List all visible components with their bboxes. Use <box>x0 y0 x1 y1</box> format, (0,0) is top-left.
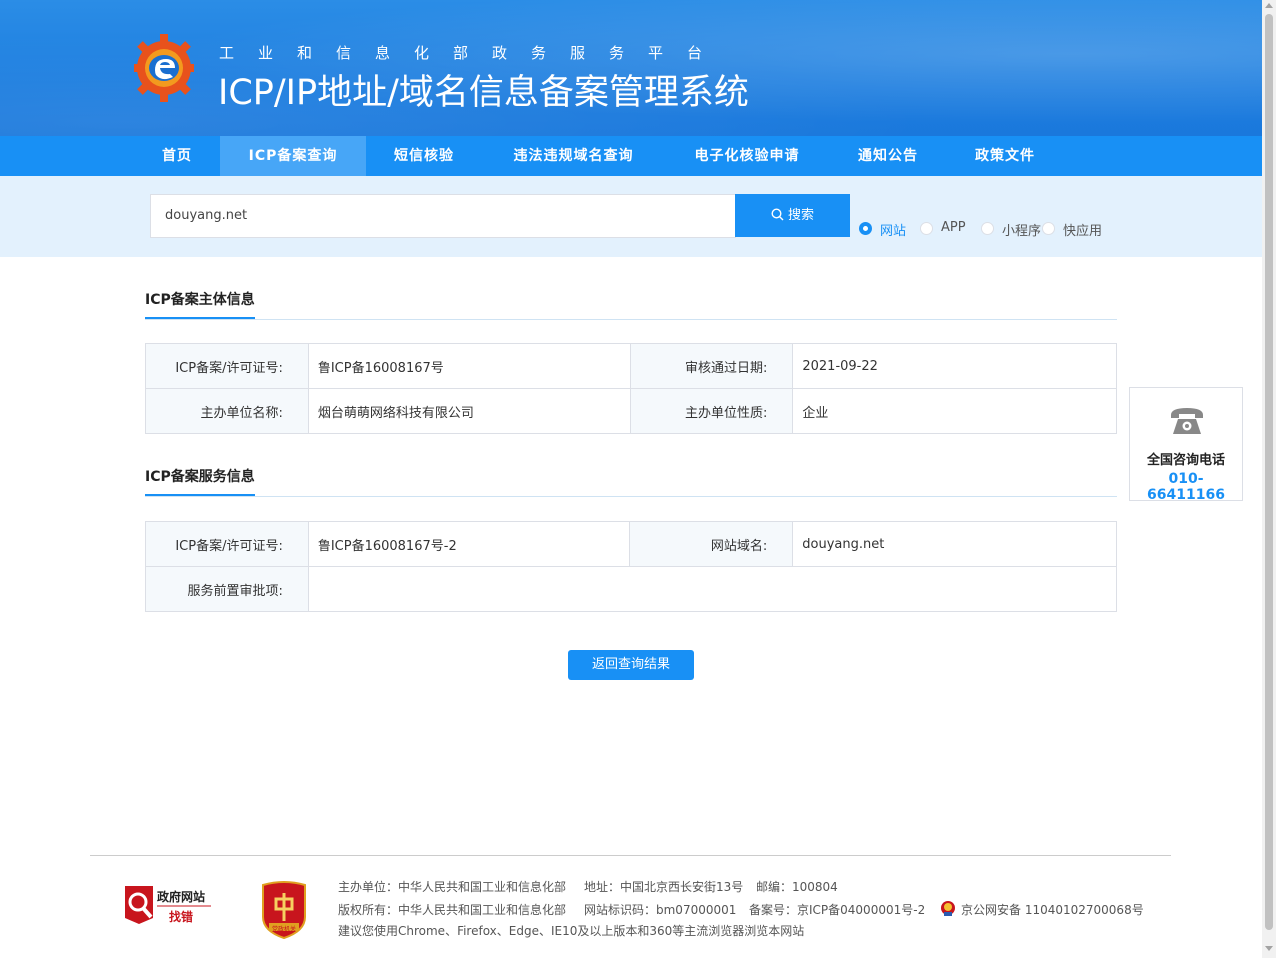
consult-phone: 010-66411166 <box>1147 471 1225 503</box>
service-license-label: ICP备案/许可证号: <box>145 521 309 567</box>
miit-logo-icon <box>134 34 194 102</box>
footer-sponsor: 主办单位：中华人民共和国工业和信息化部 <box>338 880 567 894</box>
license-label: ICP备案/许可证号: <box>145 343 309 389</box>
search-icon <box>771 208 784 221</box>
scrollbar[interactable] <box>1262 0 1276 958</box>
license-value: 鲁ICP备16008167号 <box>307 343 631 389</box>
main-nav: 首页 ICP备案查询 短信核验 违法违规域名查询 电子化核验申请 通知公告 政策… <box>0 136 1262 176</box>
scrollbar-thumb[interactable] <box>1265 14 1273 930</box>
service-info-title: ICP备案服务信息 <box>145 466 255 496</box>
table-row: 服务前置审批项: <box>145 566 1118 612</box>
consult-phone-panel[interactable]: 全国咨询电话 010-66411166 <box>1129 387 1243 503</box>
gov-badge-line2: 找错 <box>169 910 194 924</box>
party-badge-label: 党政机关 <box>272 926 297 933</box>
sponsor-name-label: 主办单位名称: <box>145 388 309 434</box>
gov-site-error-badge[interactable]: 政府网站 找错 <box>123 884 215 926</box>
nav-policy[interactable]: 政策文件 <box>963 136 1047 176</box>
table-row: ICP备案/许可证号: 鲁ICP备16008167号-2 网站域名: douya… <box>145 521 1117 567</box>
gov-badge-line1: 政府网站 <box>157 890 206 904</box>
nav-icp-query[interactable]: ICP备案查询 <box>220 136 366 176</box>
footer-address: 地址：中国北京西长安街13号 <box>584 880 744 894</box>
table-row: ICP备案/许可证号: 鲁ICP备16008167号 审核通过日期: 2021-… <box>145 343 1117 389</box>
approval-date-value: 2021-09-22 <box>792 343 1117 389</box>
footer-police-link[interactable]: 京公网安备 11040102700068号 <box>961 901 1144 918</box>
divider <box>145 319 1117 320</box>
approval-date-label: 审核通过日期: <box>629 343 794 389</box>
search-button[interactable]: 搜索 <box>735 194 850 237</box>
sponsor-nature-label: 主办单位性质: <box>629 388 794 434</box>
search-input[interactable]: douyang.net <box>150 194 736 238</box>
search-band: douyang.net 搜索 网站 APP 小程序 快应用 <box>0 176 1262 257</box>
back-to-results-button[interactable]: 返回查询结果 <box>568 650 694 680</box>
party-gov-badge[interactable]: 党政机关 <box>259 881 309 940</box>
footer-divider <box>90 855 1171 856</box>
consult-label: 全国咨询电话 <box>1146 453 1225 468</box>
divider <box>145 496 1117 497</box>
site-header: 工业和信息化部政务服务平台 ICP/IP地址/域名信息备案管理系统 <box>0 0 1262 136</box>
domain-value: douyang.net <box>792 521 1117 567</box>
nav-home[interactable]: 首页 <box>150 136 204 176</box>
header-subtitle: 工业和信息化部政务服务平台 <box>219 44 727 62</box>
footer-copyright: 版权所有：中华人民共和国工业和信息化部 <box>338 903 567 917</box>
footer-site-code: 网站标识码：bm07000001 <box>584 903 737 917</box>
scroll-up-icon[interactable] <box>1265 3 1273 8</box>
nav-illegal-domain[interactable]: 违法违规域名查询 <box>496 136 651 176</box>
pre-approval-value <box>307 566 1118 612</box>
scroll-down-icon[interactable] <box>1265 946 1273 951</box>
radio-app[interactable]: APP <box>920 219 970 237</box>
radio-website[interactable]: 网站 <box>859 219 909 239</box>
nav-e-verify[interactable]: 电子化核验申请 <box>680 136 814 176</box>
nav-notice[interactable]: 通知公告 <box>846 136 930 176</box>
police-emblem-icon <box>941 901 955 916</box>
radio-quickapp[interactable]: 快应用 <box>1042 219 1104 239</box>
footer-postcode: 邮编：100804 <box>756 880 838 894</box>
sponsor-name-value: 烟台萌萌网络科技有限公司 <box>307 388 631 434</box>
footer-icp-link[interactable]: 备案号：京ICP备04000001号-2 <box>749 901 925 918</box>
nav-sms-verify[interactable]: 短信核验 <box>382 136 466 176</box>
footer-browser-tip: 建议您使用Chrome、Firefox、Edge、IE10及以上版本和360等主… <box>338 924 805 938</box>
header-title: ICP/IP地址/域名信息备案管理系统 <box>218 73 749 113</box>
table-row: 主办单位名称: 烟台萌萌网络科技有限公司 主办单位性质: 企业 <box>145 388 1117 434</box>
subject-info-table: ICP备案/许可证号: 鲁ICP备16008167号 审核通过日期: 2021-… <box>145 343 1117 434</box>
pre-approval-label: 服务前置审批项: <box>145 566 309 612</box>
service-license-value: 鲁ICP备16008167号-2 <box>307 521 631 567</box>
service-info-table: ICP备案/许可证号: 鲁ICP备16008167号-2 网站域名: douya… <box>145 521 1118 612</box>
search-button-label: 搜索 <box>787 208 814 223</box>
sponsor-nature-value: 企业 <box>792 388 1117 434</box>
telephone-icon <box>1171 408 1203 434</box>
subject-info-title: ICP备案主体信息 <box>145 289 255 319</box>
domain-label: 网站域名: <box>629 521 794 567</box>
radio-miniprogram[interactable]: 小程序 <box>981 219 1043 239</box>
